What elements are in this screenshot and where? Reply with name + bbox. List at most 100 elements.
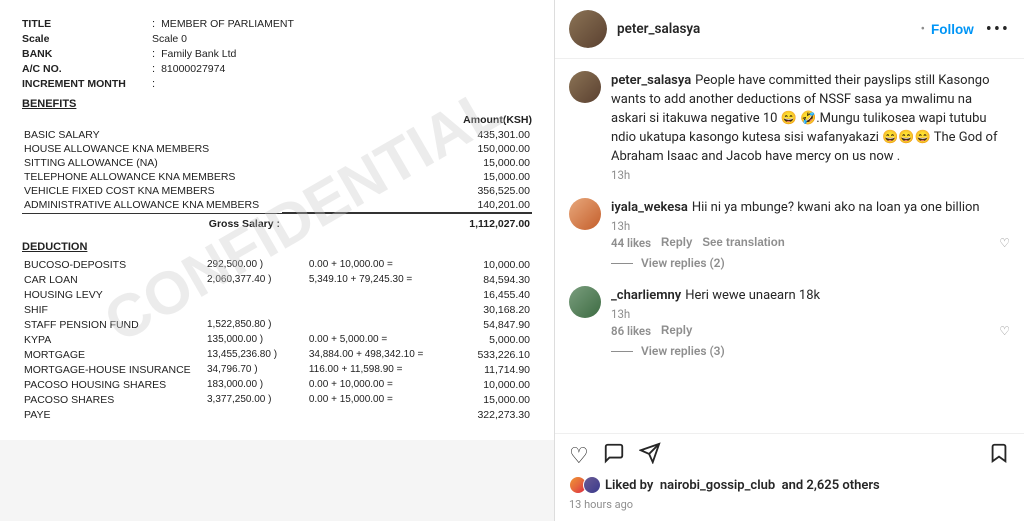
deduction-amount: 5,000.00 — [457, 332, 532, 347]
deduction-col3: 5,349.10 + 79,245.30 = — [307, 272, 457, 287]
follow-button[interactable]: Follow — [931, 22, 974, 37]
benefit-name: VEHICLE FIXED COST KNA MEMBERS — [22, 184, 282, 198]
deduction-name: HOUSING LEVY — [22, 287, 205, 302]
deduction-name: BUCOSO-DEPOSITS — [22, 257, 205, 272]
benefit-amount: 140,201.00 — [282, 198, 532, 213]
benefit-name: ADMINISTRATIVE ALLOWANCE KNA MEMBERS — [22, 198, 282, 213]
deduction-row: PAYE 322,273.30 — [22, 407, 532, 422]
deduction-col2: 13,455,236.80 ) — [205, 347, 307, 362]
comment-2-view-replies[interactable]: View replies (3) — [611, 344, 1010, 358]
comments-section: peter_salasya People have committed thei… — [555, 59, 1024, 433]
deduction-row: STAFF PENSION FUND 1,522,850.80 ) 54,847… — [22, 317, 532, 332]
benefit-row: VEHICLE FIXED COST KNA MEMBERS356,525.00 — [22, 184, 532, 198]
deduction-col2 — [205, 407, 307, 422]
benefit-row: ADMINISTRATIVE ALLOWANCE KNA MEMBERS140,… — [22, 198, 532, 213]
scale-value: Scale 0 — [152, 33, 187, 45]
deduction-name: PACOSO SHARES — [22, 392, 205, 407]
deduction-title: DEDUCTION — [22, 241, 532, 253]
deduction-col3 — [307, 317, 457, 332]
main-comment-time: 13h — [611, 168, 1010, 182]
post-header: peter_salasya • Follow ••• — [555, 0, 1024, 59]
comment-2-reply-button[interactable]: Reply — [661, 325, 692, 337]
comment-1-username: iyala_wekesa — [611, 200, 688, 215]
comment-1-view-replies[interactable]: View replies (2) — [611, 256, 1010, 270]
deductions-table: BUCOSO-DEPOSITS 292,500.00 ) 0.00 + 10,0… — [22, 257, 532, 422]
acno-value: 81000027974 — [161, 63, 225, 75]
benefit-name: HOUSE ALLOWANCE KNA MEMBERS — [22, 142, 282, 156]
deduction-amount: 30,168.20 — [457, 302, 532, 317]
deduction-name: KYPA — [22, 332, 205, 347]
comment-1-translate-button[interactable]: See translation — [702, 237, 784, 249]
deduction-amount: 10,000.00 — [457, 257, 532, 272]
deduction-amount: 10,000.00 — [457, 377, 532, 392]
deduction-col3 — [307, 407, 457, 422]
main-comment-avatar — [569, 71, 601, 103]
comment-2-heart-icon[interactable]: ♡ — [999, 324, 1010, 338]
deduction-amount: 11,714.90 — [457, 362, 532, 377]
deduction-row: PACOSO SHARES 3,377,250.00 ) 0.00 + 15,0… — [22, 392, 532, 407]
deduction-row: PACOSO HOUSING SHARES 183,000.00 ) 0.00 … — [22, 377, 532, 392]
deduction-col3: 34,884.00 + 498,342.10 = — [307, 347, 457, 362]
payslip-panel: TITLE : MEMBER OF PARLIAMENT Scale Scale… — [0, 0, 555, 521]
deduction-name: CAR LOAN — [22, 272, 205, 287]
benefit-amount: 435,301.00 — [282, 128, 532, 142]
deduction-name: MORTGAGE — [22, 347, 205, 362]
deduction-col2: 1,522,850.80 ) — [205, 317, 307, 332]
bookmark-icon[interactable] — [988, 442, 1010, 470]
action-bar: ♡ — [555, 433, 1024, 474]
view-replies-line-2 — [611, 351, 633, 352]
payslip-document: TITLE : MEMBER OF PARLIAMENT Scale Scale… — [0, 0, 554, 440]
deduction-col2: 292,500.00 ) — [205, 257, 307, 272]
more-options-icon[interactable]: ••• — [986, 19, 1010, 40]
deduction-col2: 183,000.00 ) — [205, 377, 307, 392]
benefit-name: BASIC SALARY — [22, 128, 282, 142]
likes-text: Liked by nairobi_gossip_club and 2,625 o… — [605, 478, 880, 493]
benefit-amount: 15,000.00 — [282, 156, 532, 170]
likes-avatars — [569, 476, 597, 494]
comment-2-time: 13h — [611, 307, 1010, 321]
benefit-amount: 150,000.00 — [282, 142, 532, 156]
increment-label: INCREMENT MONTH — [22, 78, 152, 90]
like-icon[interactable]: ♡ — [569, 444, 589, 469]
title-value: MEMBER OF PARLIAMENT — [161, 18, 294, 30]
share-icon[interactable] — [639, 442, 661, 470]
instagram-panel: peter_salasya • Follow ••• peter_salasya… — [555, 0, 1024, 521]
deduction-col2: 3,377,250.00 ) — [205, 392, 307, 407]
comment-1-avatar — [569, 198, 601, 230]
benefit-row: SITTING ALLOWANCE (NA)15,000.00 — [22, 156, 532, 170]
deduction-col2 — [205, 287, 307, 302]
deduction-name: STAFF PENSION FUND — [22, 317, 205, 332]
comment-1-actions: 44 likes Reply See translation ♡ — [611, 236, 1010, 250]
comment-1-view-replies-label: View replies (2) — [641, 256, 725, 270]
avatar — [569, 10, 607, 48]
deduction-amount: 15,000.00 — [457, 392, 532, 407]
deduction-col2: 135,000.00 ) — [205, 332, 307, 347]
benefit-row: TELEPHONE ALLOWANCE KNA MEMBERS15,000.00 — [22, 170, 532, 184]
liked-username[interactable]: nairobi_gossip_club — [660, 478, 775, 493]
comment-icon[interactable] — [603, 442, 625, 470]
deduction-col2: 2,060,377.40 ) — [205, 272, 307, 287]
comment-1-time: 13h — [611, 219, 1010, 233]
dot-separator: • — [921, 22, 925, 37]
title-label: TITLE — [22, 18, 152, 30]
deduction-amount: 84,594.30 — [457, 272, 532, 287]
benefits-table: BASIC SALARY435,301.00HOUSE ALLOWANCE KN… — [22, 128, 532, 231]
deduction-amount: 16,455.40 — [457, 287, 532, 302]
comment-2-actions: 86 likes Reply ♡ — [611, 324, 1010, 338]
benefits-title: BENEFITS — [22, 98, 532, 110]
deduction-name: SHIF — [22, 302, 205, 317]
likes-avatar-2 — [583, 476, 601, 494]
benefit-row: BASIC SALARY435,301.00 — [22, 128, 532, 142]
benefit-amount: 356,525.00 — [282, 184, 532, 198]
benefit-amount: 15,000.00 — [282, 170, 532, 184]
ig-username: peter_salasya — [617, 21, 915, 37]
gross-amount: 1,112,027.00 — [469, 218, 530, 230]
comment-1-reply-button[interactable]: Reply — [661, 237, 692, 249]
deduction-amount: 533,226.10 — [457, 347, 532, 362]
comment-2-likes: 86 likes — [611, 324, 651, 338]
deduction-col3: 0.00 + 10,000.00 = — [307, 257, 457, 272]
comment-1-heart-icon[interactable]: ♡ — [999, 236, 1010, 250]
comment-2-body: _charliemny Heri wewe unaearn 18k 13h 86… — [611, 284, 1010, 358]
deduction-col3: 0.00 + 10,000.00 = — [307, 377, 457, 392]
scale-label: Scale — [22, 33, 152, 45]
